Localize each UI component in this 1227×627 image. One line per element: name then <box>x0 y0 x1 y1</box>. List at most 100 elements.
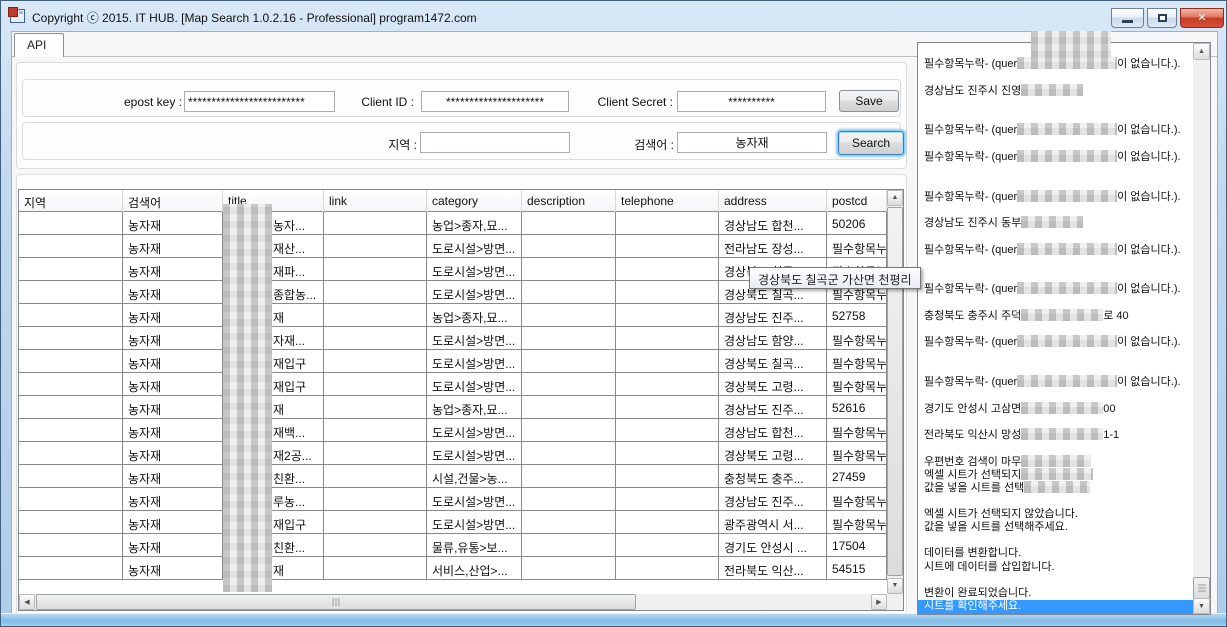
thumb-grip <box>333 598 340 606</box>
table-hscroll-thumb[interactable] <box>36 594 636 610</box>
column-header-link[interactable]: link <box>324 190 427 212</box>
log-line[interactable]: 경상남도 진주시 진영 <box>918 84 1193 97</box>
log-line[interactable]: 변환이 완료되었습니다. <box>918 587 1193 600</box>
cell-keyword: 농자재 <box>123 465 223 488</box>
cell-region <box>19 373 123 396</box>
log-line[interactable]: 필수항목누락- (quer이 없습니다.). <box>918 282 1193 295</box>
log-line[interactable] <box>918 362 1193 375</box>
client-id-input[interactable] <box>421 91 569 112</box>
log-line[interactable]: 전라북도 익산시 망성1-1 <box>918 428 1193 441</box>
log-line[interactable] <box>918 97 1193 110</box>
cell-region <box>19 511 123 534</box>
log-line[interactable] <box>918 137 1193 150</box>
scroll-up-button[interactable]: ▲ <box>1193 43 1210 60</box>
table-horizontal-scrollbar[interactable]: ◀ ▶ <box>19 594 887 610</box>
log-line[interactable]: 필수항목누락- (quer이 없습니다.). <box>918 375 1193 388</box>
log-line[interactable]: 우편번호 검색이 마무 <box>918 455 1193 468</box>
log-vscroll-thumb[interactable] <box>1193 577 1210 599</box>
table-row[interactable]: 농자재재농업>종자,묘...경상남도 진주...52616 <box>19 396 887 419</box>
table-row[interactable]: 농자재재서비스,산업>...전라북도 익산...54515 <box>19 557 887 580</box>
scroll-down-button[interactable]: ▼ <box>1193 598 1210 614</box>
table-vscroll-thumb[interactable] <box>887 207 903 576</box>
log-line[interactable] <box>918 574 1193 587</box>
title-bar[interactable]: Copyright ⓒ 2015. IT HUB. [Map Search 1.… <box>1 1 1226 31</box>
table-row[interactable]: 농자재루농...도로시설>방면...경상남도 진주...필수항목누락 <box>19 488 887 511</box>
cell-link <box>324 373 427 396</box>
log-line[interactable]: 필수항목누락- (quer이 없습니다.). <box>918 57 1193 70</box>
table-row[interactable]: 농자재친환...물류,유통>보...경기도 안성시 ...17504 <box>19 534 887 557</box>
log-line[interactable]: 엑셀 시트가 선택되지 않았습니다. <box>918 508 1193 521</box>
log-line[interactable] <box>918 494 1193 507</box>
scroll-up-button[interactable]: ▲ <box>887 190 903 206</box>
log-line[interactable] <box>918 415 1193 428</box>
log-line[interactable] <box>918 229 1193 242</box>
maximize-button[interactable] <box>1147 8 1177 28</box>
table-row[interactable]: 농자재친환...시설,건물>농...충청북도 충주...27459 <box>19 465 887 488</box>
log-line[interactable]: 값을 넣을 시트를 선택해주세요. <box>918 521 1193 534</box>
log-line[interactable]: 값을 넣을 시트를 선택 <box>918 481 1193 494</box>
log-line[interactable] <box>918 534 1193 547</box>
log-line[interactable]: 경기도 안성시 고삼면00 <box>918 402 1193 415</box>
blurred-text-region <box>1021 468 1093 480</box>
column-header-keyword[interactable]: 검색어 <box>123 190 223 212</box>
table-row[interactable]: 농자재재산...도로시설>방면...전라남도 장성...필수항목누락 <box>19 235 887 258</box>
log-line[interactable] <box>918 322 1193 335</box>
search-button[interactable]: Search <box>838 131 904 155</box>
cell-description <box>522 534 616 557</box>
epost-key-input[interactable] <box>184 91 335 112</box>
keyword-input[interactable] <box>677 132 827 153</box>
column-header-category[interactable]: category <box>427 190 522 212</box>
log-line[interactable]: 충청북도 충주시 주덕로 40 <box>918 309 1193 322</box>
log-line[interactable] <box>918 269 1193 282</box>
log-text: 00 <box>1103 403 1115 415</box>
table-row[interactable]: 농자재자재...도로시설>방면...경상남도 함양...필수항목누락 <box>19 327 887 350</box>
log-line[interactable] <box>918 176 1193 189</box>
save-button[interactable]: Save <box>839 90 899 112</box>
log-line[interactable]: 필수항목누락- (quer이 없습니다.). <box>918 190 1193 203</box>
log-vertical-scrollbar[interactable]: ▲ ▼ <box>1193 43 1210 614</box>
log-line[interactable] <box>918 203 1193 216</box>
log-line[interactable]: 필수항목누락- (quer이 없습니다.). <box>918 150 1193 163</box>
table-row[interactable]: 농자재재입구도로시설>방면...광주광역시 서...필수항목누락 <box>19 511 887 534</box>
log-line[interactable]: 시트에 데이터를 삽입합니다. <box>918 561 1193 574</box>
scroll-left-button[interactable]: ◀ <box>19 594 35 610</box>
tab-api[interactable]: API <box>14 33 64 57</box>
cell-address: 경상북도 고령... <box>719 442 827 465</box>
log-line[interactable] <box>918 70 1193 83</box>
log-line[interactable] <box>918 163 1193 176</box>
cell-description <box>522 419 616 442</box>
log-line-selected[interactable]: 시트를 확인해주세요. <box>918 600 1193 613</box>
log-line[interactable]: 경상남도 진주시 동부 <box>918 216 1193 229</box>
column-header-address[interactable]: address <box>719 190 827 212</box>
log-line[interactable]: 데이터를 변환합니다. <box>918 547 1193 560</box>
column-header-region[interactable]: 지역 <box>19 190 123 212</box>
log-line[interactable] <box>918 441 1193 454</box>
log-text: 로 40 <box>1103 310 1128 322</box>
scroll-right-button[interactable]: ▶ <box>871 594 887 610</box>
table-vertical-scrollbar[interactable]: ▲ ▼ <box>887 190 903 594</box>
table-row[interactable]: 농자재재입구도로시설>방면...경상북도 칠곡...필수항목누락 <box>19 350 887 373</box>
log-line[interactable]: 엑셀 시트가 선택되지 <box>918 468 1193 481</box>
region-input[interactable] <box>420 132 570 153</box>
table-row[interactable]: 농자재재백...도로시설>방면...경상남도 합천...필수항목누락 <box>19 419 887 442</box>
minimize-button[interactable] <box>1111 8 1144 28</box>
log-line[interactable]: 필수항목누락- (quer이 없습니다.). <box>918 243 1193 256</box>
table-row[interactable]: 농자재재농업>종자,묘...경상남도 진주...52758 <box>19 304 887 327</box>
client-secret-input[interactable] <box>677 91 826 112</box>
table-row[interactable]: 농자재재입구도로시설>방면...경상북도 고령...필수항목누락 <box>19 373 887 396</box>
cell-telephone <box>616 442 719 465</box>
column-header-telephone[interactable]: telephone <box>616 190 719 212</box>
log-line[interactable] <box>918 296 1193 309</box>
column-header-description[interactable]: description <box>522 190 616 212</box>
log-line[interactable] <box>918 349 1193 362</box>
log-line[interactable] <box>918 110 1193 123</box>
log-line[interactable]: 필수항목누락- (quer이 없습니다.). <box>918 123 1193 136</box>
log-line[interactable] <box>918 388 1193 401</box>
table-row[interactable]: 농자재재2공...도로시설>방면...경상북도 고령...필수항목누락 <box>19 442 887 465</box>
column-header-postcd[interactable]: postcd <box>827 190 887 212</box>
table-row[interactable]: 농자재농자...농업>종자,묘...경상남도 합천...50206 <box>19 212 887 235</box>
log-line[interactable] <box>918 256 1193 269</box>
close-button[interactable]: ✕ <box>1180 8 1224 28</box>
log-line[interactable]: 필수항목누락- (quer이 없습니다.). <box>918 335 1193 348</box>
scroll-down-button[interactable]: ▼ <box>887 578 903 594</box>
